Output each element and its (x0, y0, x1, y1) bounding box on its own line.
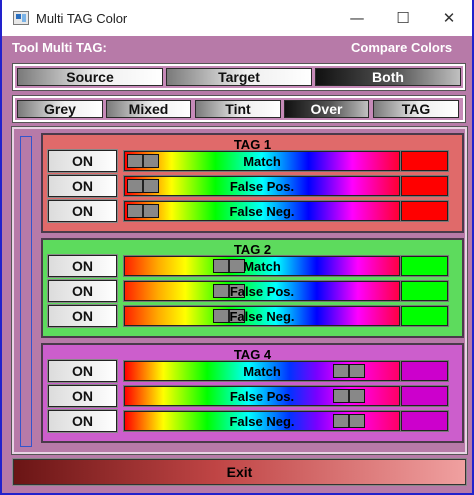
color-swatch[interactable] (400, 385, 449, 407)
slider-match[interactable]: Match (123, 255, 401, 277)
tag-group-4: TAG 4 ON Match ON False Pos. ON False Ne… (41, 343, 464, 443)
color-swatch[interactable] (400, 305, 449, 327)
slider-label: False Pos. (229, 178, 295, 194)
slider-false-neg[interactable]: False Neg. (123, 200, 401, 222)
slider-label: False Pos. (229, 388, 295, 404)
slider-false-pos[interactable]: False Pos. (123, 385, 401, 407)
on-button-false-neg[interactable]: ON (47, 199, 118, 223)
tool-title: Tool Multi TAG: (12, 40, 107, 55)
tab-over[interactable]: Over (284, 100, 369, 118)
slider-false-pos[interactable]: False Pos. (123, 175, 401, 197)
close-icon: ✕ (442, 9, 456, 27)
color-swatch[interactable] (400, 255, 449, 277)
tab-target[interactable]: Target (166, 68, 312, 86)
tag-list-panel: TAG 1 ON Match ON False Pos. ON False Ne… (11, 126, 468, 455)
tag-group-2: TAG 2 ON Match ON False Pos. ON False Ne… (41, 238, 464, 338)
view-tab-bar: Grey Mixed Tint Over TAG (12, 95, 466, 123)
minimize-button[interactable]: — (334, 0, 380, 36)
slider-false-pos[interactable]: False Pos. (123, 280, 401, 302)
maximize-icon: ☐ (396, 9, 410, 27)
tab-mixed[interactable]: Mixed (106, 100, 191, 118)
slider-label: Match (243, 258, 281, 274)
scrollbar[interactable] (20, 136, 32, 447)
tab-grey[interactable]: Grey (17, 100, 103, 118)
on-button-false-neg[interactable]: ON (47, 304, 118, 328)
slider-label: Match (243, 153, 281, 169)
slider-label: False Pos. (229, 283, 295, 299)
mode-tab-bar: Source Target Both (12, 63, 466, 91)
compare-colors-label: Compare Colors (351, 40, 453, 55)
color-swatch[interactable] (400, 175, 449, 197)
color-swatch[interactable] (400, 200, 449, 222)
slider-match[interactable]: Match (123, 360, 401, 382)
on-button-false-neg[interactable]: ON (47, 409, 118, 433)
on-button-false-pos[interactable]: ON (47, 384, 118, 408)
title-bar: Multi TAG Color — ☐ ✕ (2, 0, 472, 36)
on-button-match[interactable]: ON (47, 254, 118, 278)
minimize-icon: — (349, 9, 365, 27)
slider-false-neg[interactable]: False Neg. (123, 305, 401, 327)
slider-label: Match (243, 363, 281, 379)
tab-source[interactable]: Source (17, 68, 163, 86)
on-button-false-pos[interactable]: ON (47, 279, 118, 303)
slider-match[interactable]: Match (123, 150, 401, 172)
tag-group-1: TAG 1 ON Match ON False Pos. ON False Ne… (41, 133, 464, 233)
slider-label: False Neg. (229, 413, 295, 429)
window-title: Multi TAG Color (36, 11, 128, 26)
color-swatch[interactable] (400, 360, 449, 382)
slider-label: False Neg. (229, 203, 295, 219)
on-button-match[interactable]: ON (47, 149, 118, 173)
tab-both[interactable]: Both (315, 68, 461, 86)
app-icon (13, 11, 29, 25)
tab-tag[interactable]: TAG (373, 100, 459, 118)
exit-button[interactable]: Exit (12, 458, 467, 486)
on-button-match[interactable]: ON (47, 359, 118, 383)
close-button[interactable]: ✕ (426, 0, 472, 36)
color-swatch[interactable] (400, 150, 449, 172)
maximize-button[interactable]: ☐ (380, 0, 426, 36)
color-swatch[interactable] (400, 280, 449, 302)
on-button-false-pos[interactable]: ON (47, 174, 118, 198)
app-window: Multi TAG Color — ☐ ✕ Tool Multi TAG: Co… (2, 0, 472, 493)
slider-label: False Neg. (229, 308, 295, 324)
color-swatch[interactable] (400, 410, 449, 432)
slider-false-neg[interactable]: False Neg. (123, 410, 401, 432)
tab-tint[interactable]: Tint (195, 100, 281, 118)
